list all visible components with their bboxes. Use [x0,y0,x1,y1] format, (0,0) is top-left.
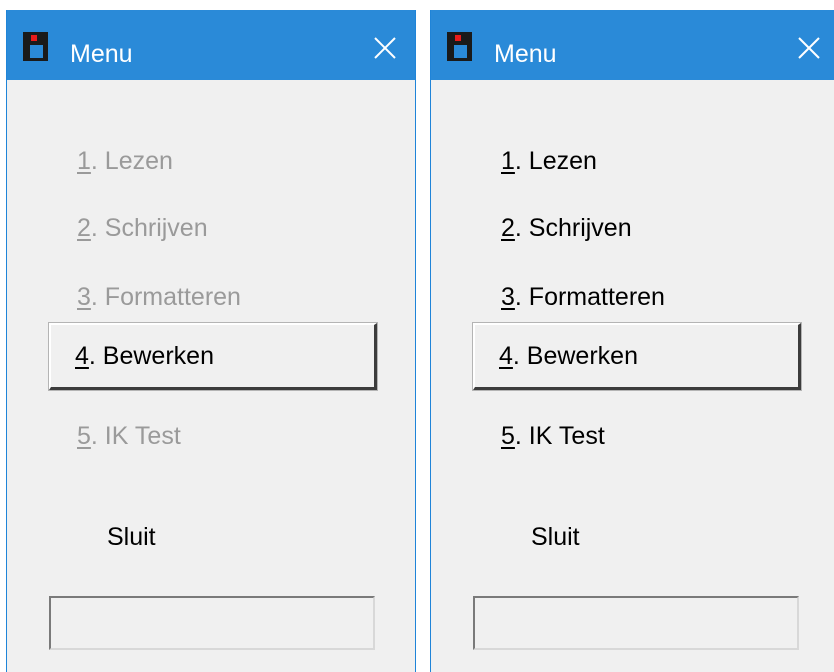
menu-item-label: . Lezen [90,147,173,175]
menu-item-label: . Schrijven [90,214,208,242]
app-icon [447,32,472,61]
window-content: 1. Lezen 2. Schrijven 3. Formatteren 4. … [7,80,415,672]
menu-item-ik-test: 5. IK Test [77,419,181,453]
menu-item-number: 1 [77,147,91,175]
menu-item-label: . IK Test [90,422,181,450]
close-button[interactable] [783,28,834,68]
menu-item-formatteren[interactable]: 3. Formatteren [501,280,665,314]
menu-item-label: . IK Test [514,422,605,450]
menu-item-number: 4 [499,342,513,370]
title-bar[interactable]: Menu [431,10,834,80]
close-button[interactable] [359,28,413,68]
status-field [473,596,799,650]
menu-item-number: 4 [75,342,89,370]
menu-window-right: Menu 1. Lezen 2. Schrijven 3. Formattere… [430,10,834,672]
bewerken-button[interactable]: 4. Bewerken [473,323,801,390]
status-field [49,596,375,650]
menu-item-bewerken: 4. Bewerken [499,339,638,373]
menu-item-label: . Formatteren [514,283,665,311]
menu-item-schrijven[interactable]: 2. Schrijven [501,211,632,245]
menu-item-number: 3 [77,283,91,311]
app-icon [23,32,48,61]
menu-item-number: 2 [77,214,91,242]
window-title: Menu [494,40,557,68]
menu-item-bewerken: 4. Bewerken [75,339,214,373]
sluit-button[interactable]: Sluit [531,520,580,554]
menu-item-label: . Bewerken [512,342,638,370]
menu-item-ik-test[interactable]: 5. IK Test [501,419,605,453]
menu-item-number: 5 [77,422,91,450]
menu-item-label: . Lezen [514,147,597,175]
menu-item-number: 3 [501,283,515,311]
menu-item-lezen[interactable]: 1. Lezen [501,144,597,178]
menu-item-label: . Bewerken [88,342,214,370]
bewerken-button[interactable]: 4. Bewerken [49,323,377,390]
menu-window-left: Menu 1. Lezen 2. Schrijven 3. Formattere… [6,10,416,672]
menu-item-label: . Schrijven [514,214,632,242]
menu-item-number: 2 [501,214,515,242]
menu-item-lezen: 1. Lezen [77,144,173,178]
close-icon [798,37,820,59]
menu-item-schrijven: 2. Schrijven [77,211,208,245]
menu-item-number: 1 [501,147,515,175]
sluit-button[interactable]: Sluit [107,520,156,554]
menu-item-label: . Formatteren [90,283,241,311]
title-bar[interactable]: Menu [7,10,415,80]
menu-item-formatteren: 3. Formatteren [77,280,241,314]
menu-item-number: 5 [501,422,515,450]
window-content: 1. Lezen 2. Schrijven 3. Formatteren 4. … [431,80,834,672]
window-title: Menu [70,40,133,68]
close-icon [374,37,396,59]
